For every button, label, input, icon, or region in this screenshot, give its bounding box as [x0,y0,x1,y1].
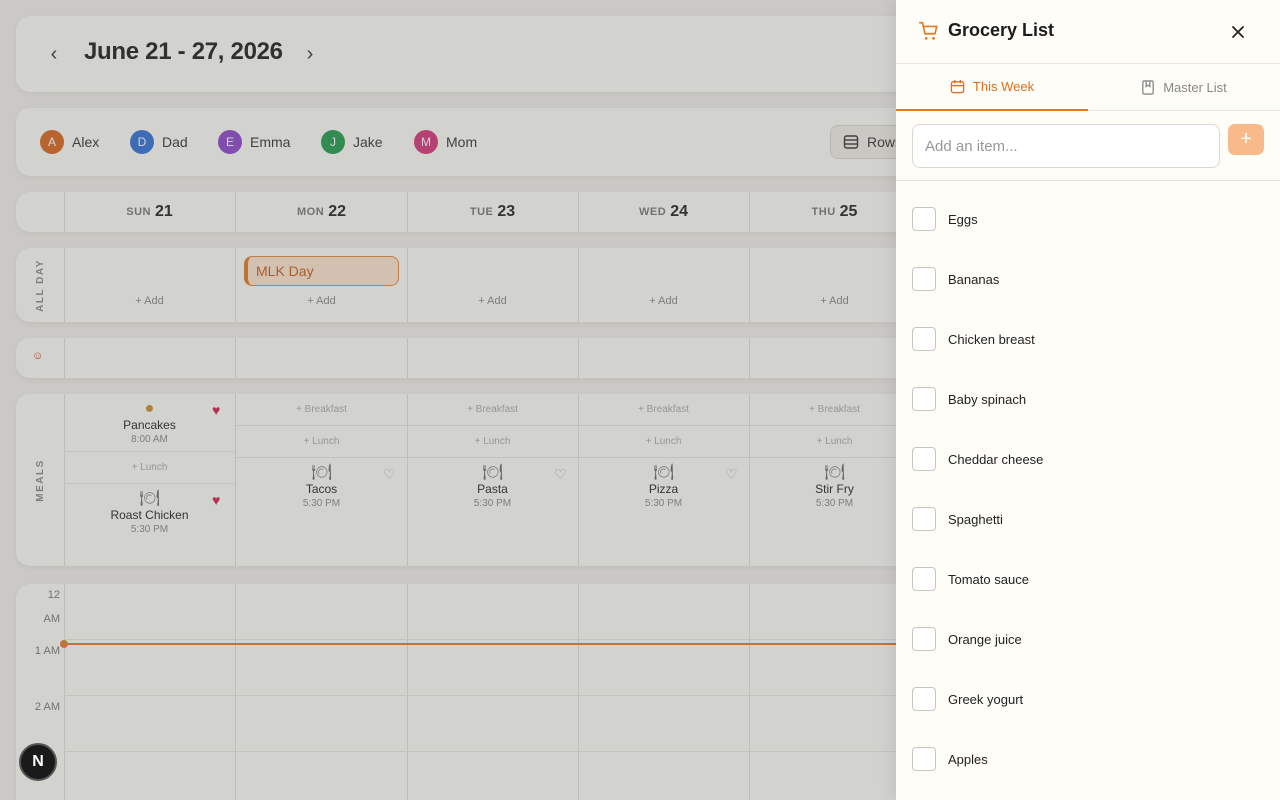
list-item[interactable]: Baby spinach [896,369,1280,429]
list-item[interactable]: Tomato sauce [896,549,1280,609]
item-label: Tomato sauce [948,571,1029,587]
item-checkbox[interactable] [912,507,936,531]
modal-backdrop[interactable] [0,0,896,800]
list-item[interactable]: Bananas [896,249,1280,309]
item-label: Greek yogurt [948,691,1024,707]
tab-label: This Week [972,79,1035,94]
add-item-button[interactable]: + [1228,124,1264,155]
calendar-icon [950,79,965,94]
close-icon [1232,26,1244,38]
item-label: Spaghetti [948,511,1003,527]
item-checkbox[interactable] [912,447,936,471]
item-checkbox[interactable] [912,747,936,771]
panel-header: Grocery List [896,0,1280,64]
item-label: Orange juice [948,631,1022,647]
dev-tools-badge[interactable]: N [19,743,57,781]
grocery-list-panel: Grocery List This Week Master List + Egg… [896,0,1280,800]
item-label: Apples [948,751,988,767]
item-label: Cheddar cheese [948,451,1044,467]
close-button[interactable] [1226,20,1250,44]
shopping-cart-icon [919,21,938,40]
item-checkbox[interactable] [912,207,936,231]
list-item[interactable]: Greek yogurt [896,669,1280,729]
item-checkbox[interactable] [912,687,936,711]
bookmark-list-icon [1142,80,1155,95]
item-checkbox[interactable] [912,327,936,351]
grocery-items-list: Eggs Bananas Chicken breast Baby spinach… [896,189,1280,789]
grocery-tabs: This Week Master List [896,64,1280,111]
item-checkbox[interactable] [912,267,936,291]
item-label: Bananas [948,271,1000,287]
add-item-row: + [896,111,1280,181]
list-item[interactable]: Spaghetti [896,489,1280,549]
list-item[interactable]: Cheddar cheese [896,429,1280,489]
item-checkbox[interactable] [912,387,936,411]
item-checkbox[interactable] [912,567,936,591]
tab-master-list[interactable]: Master List [1088,64,1280,111]
list-item[interactable]: Apples [896,729,1280,789]
item-label: Baby spinach [948,391,1027,407]
panel-title: Grocery List [948,20,1055,40]
item-label: Eggs [948,211,978,227]
list-item[interactable]: Orange juice [896,609,1280,669]
add-item-input[interactable] [912,124,1220,168]
tab-this-week[interactable]: This Week [896,64,1088,111]
list-item[interactable]: Eggs [896,189,1280,249]
item-label: Chicken breast [948,331,1035,347]
list-item[interactable]: Chicken breast [896,309,1280,369]
item-checkbox[interactable] [912,627,936,651]
tab-label: Master List [1163,80,1227,95]
